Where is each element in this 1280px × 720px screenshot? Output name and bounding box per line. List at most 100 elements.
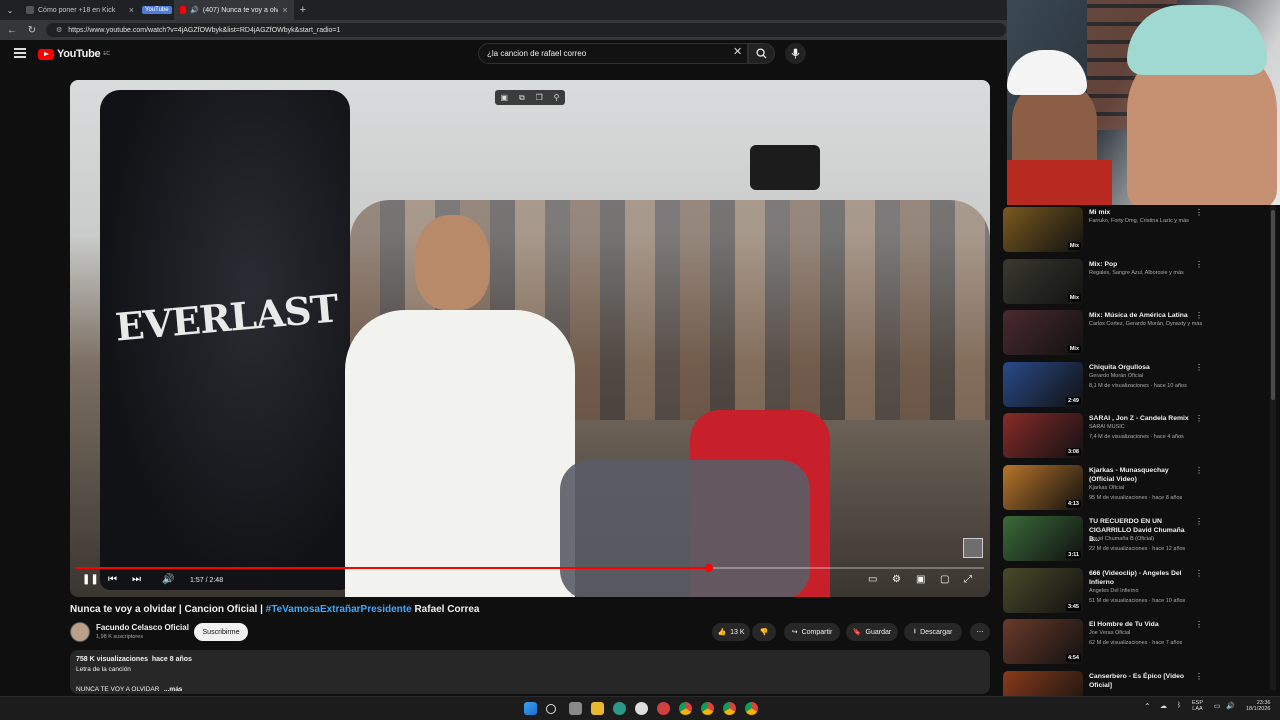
network-icon[interactable]: ☁: [1160, 702, 1167, 710]
recommendation-thumbnail[interactable]: 3:11: [1003, 516, 1083, 561]
new-tab-button[interactable]: +: [294, 0, 312, 20]
windows-start-icon[interactable]: [524, 702, 537, 715]
recommendation-title[interactable]: El Hombre de Tu Vida: [1089, 620, 1194, 629]
recommendation-channel[interactable]: Angeles Del Infierno: [1089, 588, 1139, 594]
pause-icon[interactable]: ❚❚: [82, 574, 99, 585]
recommendation-item[interactable]: Mix Mix: Música de América Latina Carlos C…: [1000, 308, 1280, 358]
scrollbar-thumb[interactable]: [1271, 210, 1275, 400]
recommendation-title[interactable]: SARAI , Jon Z - Candela Remix: [1089, 414, 1194, 423]
channel-watermark[interactable]: [963, 538, 983, 558]
recommendation-thumbnail[interactable]: 3:08: [1003, 413, 1083, 458]
xbox-icon[interactable]: [635, 702, 648, 715]
recommendation-title[interactable]: Kjarkas - Munasquechay (Official Video): [1089, 466, 1194, 484]
language-indicator[interactable]: ESP LAA: [1192, 700, 1203, 712]
more-options-icon[interactable]: ⋮: [1195, 414, 1203, 423]
tab-list-icon[interactable]: ⌄: [0, 6, 20, 15]
url-field[interactable]: ⚙ https://www.youtube.com/watch?v=4jAGZf…: [46, 23, 1006, 37]
tab-kick[interactable]: Cómo poner +18 en Kick ×: [20, 0, 140, 20]
volume-icon[interactable]: 🔊: [162, 574, 174, 585]
miniplayer-icon[interactable]: ▣: [916, 574, 925, 585]
edge-icon[interactable]: [613, 702, 626, 715]
subtitles-icon[interactable]: ▭: [868, 574, 877, 585]
recommendation-thumbnail[interactable]: Mix: [1003, 207, 1083, 252]
more-options-icon[interactable]: ⋮: [1195, 466, 1203, 475]
more-options-icon[interactable]: ⋮: [1195, 208, 1203, 217]
recommendation-thumbnail[interactable]: 4:54: [1003, 619, 1083, 664]
search-icon[interactable]: [546, 704, 556, 714]
recommendation-thumbnail[interactable]: Mix: [1003, 258, 1083, 304]
chrome-icon[interactable]: [723, 702, 736, 715]
recommendation-title[interactable]: Canserbero - Es Épico [Video Oficial]: [1089, 672, 1194, 690]
settings-tool-icon[interactable]: ⚲: [554, 93, 560, 102]
share-button[interactable]: ↪ Compartir: [784, 623, 840, 641]
recommendation-channel[interactable]: Kjarkas Oficial: [1089, 485, 1124, 491]
copy-icon[interactable]: ❐: [536, 93, 543, 102]
app-icon[interactable]: [657, 702, 670, 715]
previous-icon[interactable]: ⏮: [108, 574, 117, 585]
chrome-icon[interactable]: [701, 702, 714, 715]
clear-search-icon[interactable]: ✕: [733, 45, 742, 58]
volume-icon[interactable]: 🔊: [1226, 702, 1235, 710]
next-icon[interactable]: ⏭: [132, 574, 141, 585]
chrome-icon[interactable]: [679, 702, 692, 715]
description-box[interactable]: [70, 650, 990, 694]
site-info-icon[interactable]: ⚙: [56, 26, 62, 34]
recommendation-item[interactable]: 4:54 El Hombre de Tu Vida Joe Veras Oficia…: [1000, 617, 1280, 667]
tray-chevron-icon[interactable]: ⌃: [1144, 702, 1151, 711]
settings-icon[interactable]: ⚙: [892, 574, 901, 585]
speaker-icon[interactable]: 🔊: [190, 6, 199, 14]
channel-avatar[interactable]: [70, 622, 90, 642]
hashtag-link[interactable]: #TeVamosaExtrañarPresidente: [266, 604, 412, 615]
recommendation-thumbnail[interactable]: Mix: [1003, 310, 1083, 355]
recommendation-title[interactable]: Chiquita Orgullosa: [1089, 363, 1194, 372]
subscribe-button[interactable]: Suscribirme: [194, 623, 248, 641]
more-options-icon[interactable]: ⋮: [1195, 260, 1203, 269]
bluetooth-icon[interactable]: ᛒ: [1177, 702, 1181, 709]
show-more-link[interactable]: ...más: [164, 686, 182, 693]
recommendation-thumbnail[interactable]: 4:13: [1003, 464, 1083, 510]
screenshot-icon[interactable]: ▣: [500, 93, 508, 102]
display-icon[interactable]: ▭: [1214, 702, 1221, 710]
recommendation-title[interactable]: Mix: Pop: [1089, 260, 1194, 269]
file-explorer-icon[interactable]: [591, 702, 604, 715]
channel-name[interactable]: Facundo Celasco Oficial: [96, 623, 189, 632]
recommendation-thumbnail[interactable]: 3:45: [1003, 567, 1083, 613]
download-button[interactable]: ⭳ Descargar: [904, 623, 962, 641]
recommendation-channel[interactable]: Joe Veras Oficial: [1089, 630, 1130, 636]
recommendation-title[interactable]: 666 (Videoclip) - Angeles Del Infierno: [1089, 569, 1194, 587]
recommendation-thumbnail[interactable]: 2:49: [1003, 361, 1083, 407]
recommendation-title[interactable]: Mix: Música de América Latina: [1089, 311, 1194, 320]
more-options-icon[interactable]: ⋮: [1195, 311, 1203, 320]
recommendation-item[interactable]: 3:11 TU RECUERDO EN UN CIGARRILLO David C…: [1000, 514, 1280, 564]
recommendation-item[interactable]: 3:08 SARAI , Jon Z - Candela Remix SARAI M…: [1000, 411, 1280, 461]
dislike-button[interactable]: 👎: [752, 623, 776, 641]
more-options-icon[interactable]: ⋮: [1195, 620, 1203, 629]
back-arrow-icon[interactable]: ←: [6, 25, 18, 36]
scrubber-handle[interactable]: [704, 564, 713, 572]
video-player[interactable]: EVERLAST ▣ ⧉ ❐ ⚲ ❚❚ ⏮ ⏭ 🔊 1:57 / 2:48 ▭ …: [70, 80, 990, 597]
recommendation-item[interactable]: Mix Mi mix Farruko, Forty Dmg, Cristina La…: [1000, 205, 1280, 255]
fullscreen-icon[interactable]: ⤢: [964, 574, 972, 585]
voice-search-button[interactable]: [785, 43, 806, 64]
close-icon[interactable]: ×: [282, 5, 287, 15]
save-button[interactable]: 🔖 Guardar: [846, 623, 898, 641]
search-button[interactable]: [748, 43, 775, 64]
more-options-icon[interactable]: ⋮: [1195, 363, 1203, 372]
recommendation-channel[interactable]: Gerardo Morán Oficial: [1089, 373, 1143, 379]
more-options-icon[interactable]: ⋮: [1195, 569, 1203, 578]
hamburger-menu-icon[interactable]: [14, 48, 26, 60]
more-actions-button[interactable]: ⋯: [970, 623, 990, 641]
task-view-icon[interactable]: [569, 702, 582, 715]
chrome-icon[interactable]: [745, 702, 758, 715]
recommendation-channel[interactable]: Farruko, Forty Dmg, Cristina Lazic y más: [1089, 218, 1189, 224]
clock[interactable]: 23:36 18/1/2026: [1246, 700, 1270, 712]
reload-icon[interactable]: ↻: [26, 25, 38, 36]
close-icon[interactable]: ×: [129, 5, 134, 15]
tab-youtube-badge[interactable]: YouTube: [140, 0, 174, 20]
more-options-icon[interactable]: ⋮: [1195, 517, 1203, 526]
picture-in-picture-icon[interactable]: ⧉: [519, 93, 525, 103]
recommendation-channel[interactable]: David Chumaña B (Oficial): [1089, 536, 1154, 542]
recommendation-item[interactable]: 3:45 666 (Videoclip) - Angeles Del Infier…: [1000, 566, 1280, 616]
recommendation-title[interactable]: Mi mix: [1089, 208, 1194, 217]
tab-current-video[interactable]: 🔊 (407) Nunca te voy a olvidar | ×: [173, 0, 294, 20]
